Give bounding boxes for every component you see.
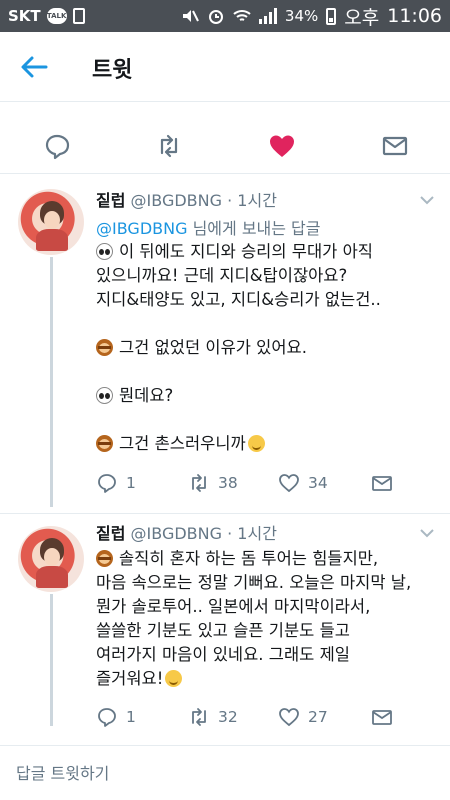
text-line: 즐거워요! xyxy=(96,667,436,691)
reply-input[interactable]: 답글 트윗하기 xyxy=(16,760,109,784)
retweet-icon xyxy=(192,474,206,492)
author-handle[interactable]: @IBGDBNG xyxy=(131,524,222,543)
reply-count: 1 xyxy=(126,474,136,492)
wifi-icon xyxy=(233,10,251,21)
text-line: 솔직히 혼자 하는 돔 투어는 힘들지만, xyxy=(96,547,436,571)
main-tweet-actions xyxy=(0,118,450,174)
text-line: 뭔데요? xyxy=(96,384,436,408)
author-handle[interactable]: @IBGDBNG xyxy=(131,191,222,210)
tweet-actions: 1 38 34 xyxy=(96,472,416,500)
avatar[interactable] xyxy=(18,189,84,255)
retweet-button[interactable]: 38 xyxy=(188,472,238,494)
page-title: 트윗 xyxy=(92,58,133,83)
clock-period: 오후 xyxy=(344,6,380,29)
text-line: 그건 없었던 이유가 있어요. xyxy=(96,336,436,360)
text-line: 그건 촌스러우니까 xyxy=(96,432,436,456)
clock-time: 11:06 xyxy=(387,5,442,27)
reply-icon[interactable] xyxy=(43,132,71,160)
retweet-icon xyxy=(192,708,206,726)
reply-button[interactable]: 1 xyxy=(96,472,136,494)
text-line: 지디&태양도 있고, 지디&승리가 없는건.. xyxy=(96,290,381,309)
carrier-label: SKT xyxy=(8,7,41,25)
mute-icon xyxy=(182,10,199,22)
tweet-header: 짙럽 @IBGDBNG · 1시간 xyxy=(96,520,277,544)
panda-emoji-icon xyxy=(96,243,113,260)
monkey-emoji-icon xyxy=(96,550,113,567)
tweet-text: 이 뒤에도 지디와 승리의 무대가 아직 있으니까요! 근데 지디&탑이잖아요?… xyxy=(96,240,436,456)
replying-to: @IBGDBNG 님에게 보내는 답글 xyxy=(96,215,321,239)
dm-button[interactable] xyxy=(371,706,393,728)
kakaotalk-icon: TALK xyxy=(46,8,67,24)
author-name[interactable]: 짙럽 xyxy=(96,191,125,210)
reply-count: 1 xyxy=(126,708,136,726)
heart-outline-icon xyxy=(279,708,299,727)
text-line: 이 뒤에도 지디와 승리의 무대가 아직 xyxy=(96,240,436,264)
retweet-button[interactable]: 32 xyxy=(188,706,238,728)
alarm-icon xyxy=(208,10,223,24)
tweet-time: · 1시간 xyxy=(227,524,277,543)
status-bar: SKT TALK 34% 오후 11:06 xyxy=(0,0,450,32)
reply-icon xyxy=(98,474,116,493)
tweet-time: · 1시간 xyxy=(227,191,277,210)
battery-icon xyxy=(326,7,337,25)
tweet-header: 짙럽 @IBGDBNG · 1시간 xyxy=(96,187,277,211)
like-count: 34 xyxy=(308,474,328,492)
avatar[interactable] xyxy=(18,526,84,592)
smile-emoji-icon xyxy=(247,435,265,452)
text-line: 쓸쓸한 기분도 있고 슬픈 기분도 들고 xyxy=(96,621,350,640)
monkey-emoji-icon xyxy=(96,339,113,356)
retweet-count: 32 xyxy=(218,708,238,726)
like-icon[interactable] xyxy=(268,132,296,160)
reply-tweet[interactable]: 짙럽 @IBGDBNG · 1시간 솔직히 혼자 하는 돔 투어는 힘들지만, … xyxy=(0,514,450,744)
reply-icon xyxy=(98,708,116,727)
reply-compose-bar: 답글 트윗하기 xyxy=(0,745,450,800)
dm-button[interactable] xyxy=(371,472,393,494)
text-line: 있으니까요! 근데 지디&탑이잖아요? xyxy=(96,266,348,285)
thread-line xyxy=(50,257,53,507)
dm-icon xyxy=(372,710,392,725)
text-line: 마음 속으로는 정말 기뻐요. 오늘은 마지막 날, xyxy=(96,573,412,592)
like-count: 27 xyxy=(308,708,328,726)
battery-percent: 34% xyxy=(284,7,319,25)
tweet-text: 솔직히 혼자 하는 돔 투어는 힘들지만, 마음 속으로는 정말 기뻐요. 오늘… xyxy=(96,547,436,691)
reply-to-suffix: 님에게 보내는 답글 xyxy=(187,219,321,238)
heart-outline-icon xyxy=(279,474,299,493)
chevron-down-icon[interactable] xyxy=(420,195,434,205)
notification-icon xyxy=(72,8,85,24)
arrow-left-icon[interactable] xyxy=(20,54,48,80)
like-button[interactable]: 27 xyxy=(278,706,328,728)
thread-line xyxy=(50,594,53,726)
top-app-bar: 트윗 xyxy=(0,32,450,102)
smile-emoji-icon xyxy=(165,670,183,687)
reply-tweet[interactable]: 짙럽 @IBGDBNG · 1시간 @IBGDBNG 님에게 보내는 답글 이 … xyxy=(0,175,450,513)
dm-icon[interactable] xyxy=(381,132,409,160)
text-line: 뭔가 솔로투어.. 일본에서 마지막이라서, xyxy=(96,597,371,616)
signal-icon xyxy=(258,8,277,24)
like-button[interactable]: 34 xyxy=(278,472,328,494)
chevron-down-icon[interactable] xyxy=(420,528,434,538)
dm-icon xyxy=(372,476,392,491)
retweet-count: 38 xyxy=(218,474,238,492)
author-name[interactable]: 짙럽 xyxy=(96,524,125,543)
reply-button[interactable]: 1 xyxy=(96,706,136,728)
monkey-emoji-icon xyxy=(96,435,113,452)
tweet-actions: 1 32 27 xyxy=(96,706,416,734)
text-line: 여러가지 마음이 있네요. 그래도 제일 xyxy=(96,645,350,664)
retweet-icon[interactable] xyxy=(155,132,183,160)
reply-to-handle[interactable]: @IBGDBNG xyxy=(96,219,187,238)
panda-emoji-icon xyxy=(96,387,113,404)
